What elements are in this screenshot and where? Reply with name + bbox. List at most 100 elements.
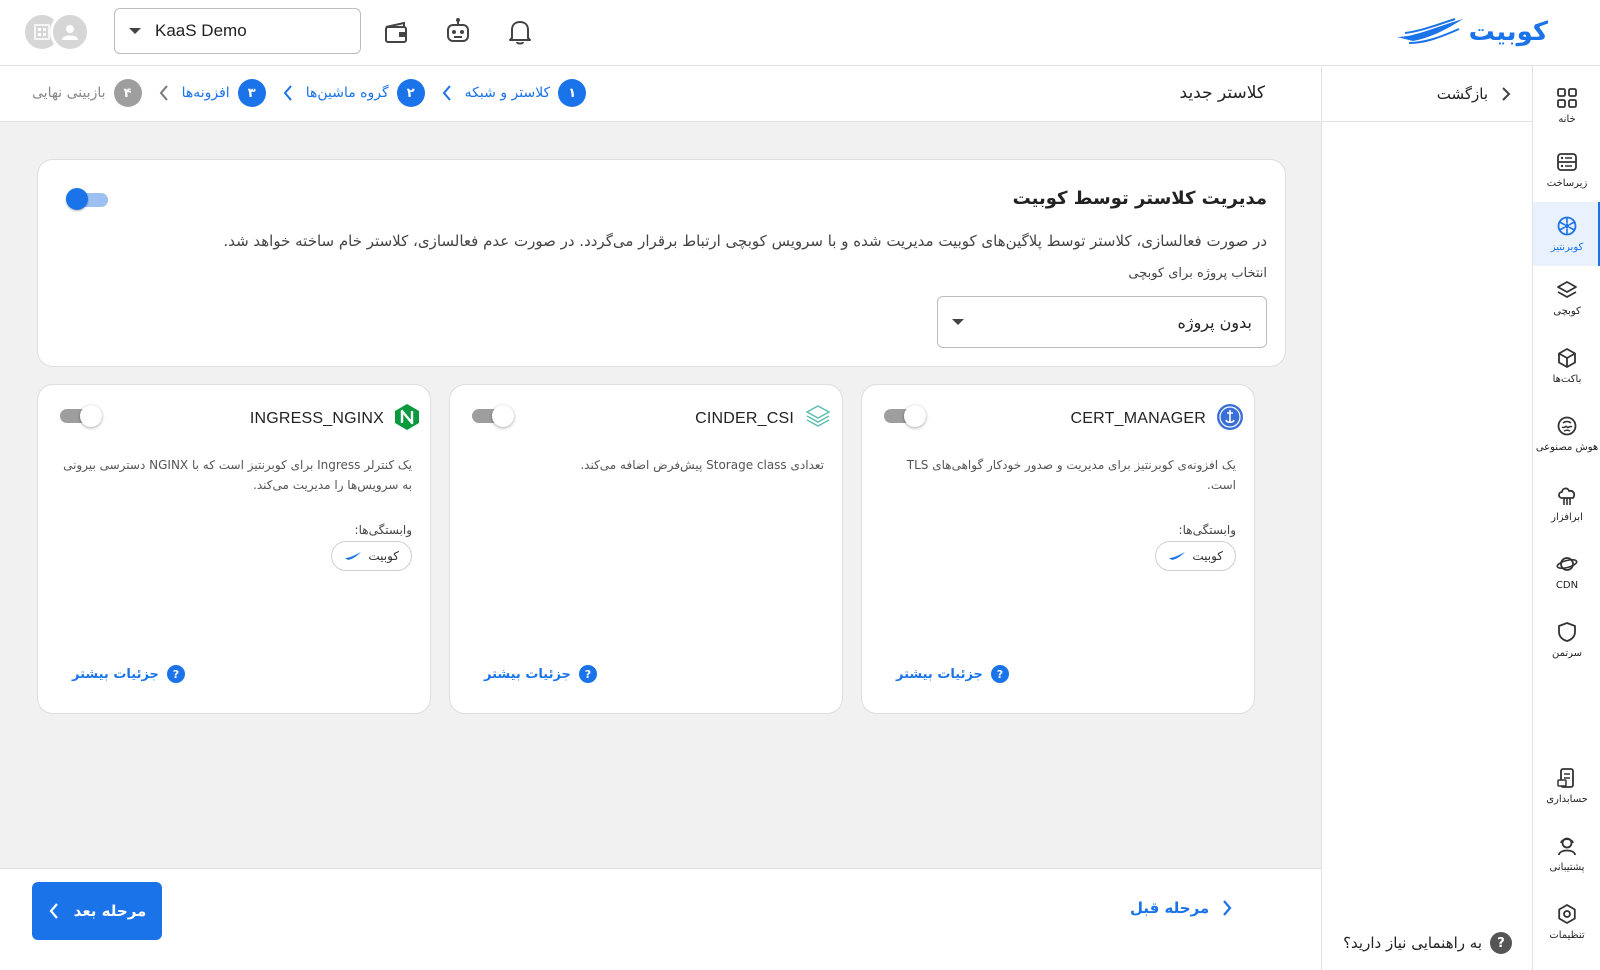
addon-toggle[interactable] — [472, 405, 516, 427]
dependency-name: کوبیت — [368, 549, 399, 563]
back-button[interactable]: بازگشت — [1322, 66, 1532, 122]
previous-step-label: مرحله قبل — [1130, 899, 1210, 917]
chevron-left-icon — [441, 84, 453, 102]
question-icon: ? — [1490, 932, 1512, 954]
addon-toggle[interactable] — [884, 405, 928, 427]
sidebar-item-label: کوبچی — [1553, 306, 1581, 317]
sidebar-item-label: خانه — [1558, 114, 1576, 125]
sidebar-item-cloudware[interactable]: ابرافزار — [1533, 472, 1600, 536]
sidebar-item-kubchi[interactable]: کوبچی — [1533, 266, 1600, 330]
addon-card-cert-manager: CERT_MANAGER یک افزونه‌ی کوبرنتیز برای م… — [861, 384, 1255, 714]
chevron-right-icon — [1502, 86, 1511, 101]
sidebar-item-label: کوبرنتیز — [1550, 242, 1584, 253]
more-details-link[interactable]: جزئیات بیشتر ? — [896, 665, 1009, 683]
user-avatar-icon[interactable] — [50, 12, 90, 52]
step-number: ۴ — [113, 79, 142, 107]
previous-step-button[interactable]: مرحله قبل — [1130, 899, 1233, 917]
sidebar-item-support[interactable]: پشتیبانی — [1533, 822, 1600, 886]
step-label: افزونه‌ها — [181, 85, 230, 101]
kubit-wave-logo-icon — [1395, 15, 1465, 49]
next-step-button[interactable]: مرحله بعد — [32, 882, 162, 940]
chevron-down-icon — [952, 319, 964, 325]
sidebar-item-kubernetes[interactable]: کوبرنتیز — [1533, 202, 1600, 266]
kubit-wave-logo-icon — [1169, 552, 1186, 560]
addon-name: CERT_MANAGER — [1070, 410, 1206, 427]
bell-icon[interactable] — [504, 16, 536, 48]
step-label: کلاستر و شبکه — [464, 85, 551, 101]
step-1[interactable]: کلاستر و شبکه ۱ — [465, 79, 587, 107]
sidebar-item-home[interactable]: خانه — [1533, 74, 1600, 138]
more-details-link[interactable]: جزئیات بیشتر ? — [72, 665, 185, 683]
server-icon — [1557, 153, 1577, 171]
sidebar-item-infrastructure[interactable]: زیرساخت — [1533, 138, 1600, 202]
step-label: بازبینی نهایی — [32, 85, 106, 101]
kubchi-project-select[interactable]: بدون پروژه — [937, 296, 1267, 348]
kubchi-project-value: بدون پروژه — [1177, 312, 1252, 332]
sidebar-item-label: زیرساخت — [1546, 178, 1588, 189]
question-icon: ? — [166, 665, 185, 683]
chevron-left-icon — [158, 84, 170, 102]
brand-logo[interactable]: کوبیت — [1395, 14, 1548, 50]
managed-cluster-title: مدیریت کلاستر توسط کوبیت — [1012, 188, 1267, 209]
toggle-knob — [492, 405, 514, 427]
toggle-knob — [80, 405, 102, 427]
more-details-label: جزئیات بیشتر — [896, 666, 983, 682]
question-icon: ? — [990, 665, 1009, 683]
main-sidebar: خانه زیرساخت کوبرنتیز کوبچی باکت‌ها هوش … — [1532, 66, 1600, 970]
step-label: گروه ماشین‌ها — [305, 85, 389, 101]
managed-cluster-toggle[interactable] — [66, 188, 108, 210]
addon-toggle[interactable] — [60, 405, 104, 427]
more-details-link[interactable]: جزئیات بیشتر ? — [484, 665, 597, 683]
chevron-left-icon — [49, 903, 58, 919]
receipt-icon — [1557, 768, 1574, 788]
project-select-value: KaaS Demo — [155, 21, 247, 40]
managed-cluster-description: در صورت فعالسازی، کلاستر توسط پلاگین‌های… — [223, 232, 1267, 250]
sidebar-item-label: پشتیبانی — [1549, 862, 1585, 873]
main-content: بازبینی نهایی ۴ افزونه‌ها ۳ گروه ماشین‌ه… — [0, 66, 1321, 970]
kubit-wave-logo-icon — [345, 552, 362, 560]
kubchi-project-label: انتخاب پروژه برای کوبچی — [1128, 266, 1267, 281]
step-3[interactable]: افزونه‌ها ۳ — [182, 79, 266, 107]
addon-description: یک افزونه‌ی کوبرنتیز برای مدیریت و صدور … — [906, 458, 1236, 492]
dependency-name: کوبیت — [1192, 549, 1223, 563]
chevron-left-icon — [282, 84, 294, 102]
sidebar-item-label: ابرافزار — [1551, 512, 1583, 523]
step-number: ۱ — [558, 79, 587, 107]
sidebar-item-label: حسابداری — [1546, 794, 1588, 805]
sidebar-item-settings[interactable]: تنظیمات — [1533, 890, 1600, 954]
sidebar-item-label: باکت‌ها — [1552, 374, 1582, 385]
step-2[interactable]: گروه ماشین‌ها ۲ — [306, 79, 425, 107]
question-icon: ? — [578, 665, 597, 683]
wallet-icon[interactable] — [380, 16, 412, 48]
addon-card-ingress-nginx: INGRESS_NGINX یک کنترلر Ingress برای کوب… — [37, 384, 431, 714]
managed-cluster-card: مدیریت کلاستر توسط کوبیت در صورت فعالساز… — [37, 159, 1286, 367]
step-4[interactable]: بازبینی نهایی ۴ — [32, 79, 142, 107]
wizard-footer: مرحله بعد مرحله قبل — [0, 868, 1321, 970]
toggle-knob — [66, 188, 88, 210]
sidebar-item-ai[interactable]: هوش مصنوعی — [1533, 402, 1600, 466]
chevron-down-icon — [129, 28, 141, 34]
back-panel: بازگشت به راهنمایی نیاز دارید؟ ? — [1321, 66, 1532, 970]
settings-icon — [1558, 904, 1576, 924]
addon-dependencies-label: وابستگی‌ها: — [1178, 523, 1236, 537]
sidebar-item-buckets[interactable]: باکت‌ها — [1533, 334, 1600, 398]
shield-icon — [1558, 622, 1576, 642]
addon-description: تعدادی Storage class پیش‌فرض اضافه می‌کن… — [580, 458, 824, 472]
step-number: ۲ — [396, 79, 425, 107]
addon-header: INGRESS_NGINX — [250, 403, 420, 435]
sidebar-item-accounting[interactable]: حسابداری — [1533, 754, 1600, 818]
sidebar-item-sertman[interactable]: سرتمن — [1533, 608, 1600, 672]
dependency-chip: کوبیت — [1155, 541, 1236, 571]
brand-name: کوبیت — [1468, 17, 1548, 47]
robot-icon[interactable] — [442, 16, 474, 48]
dependency-chip: کوبیت — [331, 541, 412, 571]
back-label: بازگشت — [1436, 84, 1488, 103]
sidebar-item-cdn[interactable]: CDN — [1533, 540, 1600, 604]
sidebar-item-label: تنظیمات — [1549, 930, 1585, 941]
sidebar-item-label: CDN — [1555, 580, 1579, 591]
layers-icon — [1557, 281, 1577, 298]
top-bar: KaaS Demo کوبیت — [0, 0, 1600, 66]
avatar-group[interactable] — [22, 12, 92, 52]
help-link[interactable]: به راهنمایی نیاز دارید؟ ? — [1343, 932, 1512, 954]
project-select[interactable]: KaaS Demo — [114, 8, 361, 54]
